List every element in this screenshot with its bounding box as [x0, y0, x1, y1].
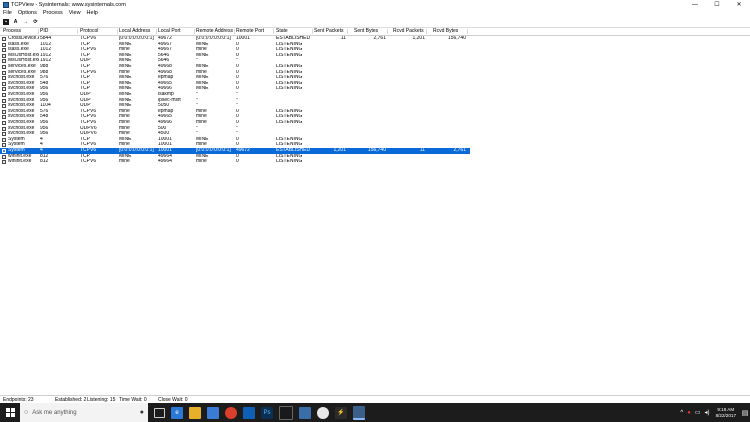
column-header-remote-port[interactable]: Remote Port	[236, 28, 274, 35]
process-icon	[2, 143, 6, 148]
clock[interactable]: 9:18 AM 8/22/2017	[716, 407, 736, 418]
column-header-rcvd-packets[interactable]: Rcvd Packets	[393, 28, 427, 35]
microphone-icon[interactable]: ●	[140, 409, 144, 416]
menu-options[interactable]: Options	[15, 10, 40, 16]
network-icon[interactable]: ▭	[695, 409, 701, 416]
chrome-icon[interactable]	[225, 406, 237, 419]
save-icon[interactable]: ▪	[3, 19, 9, 25]
toolbar: ▪ A → ⟳	[0, 17, 750, 28]
task-view-icon[interactable]	[154, 407, 165, 418]
cell-process: wininit.exe	[8, 159, 32, 165]
process-icon	[2, 81, 6, 86]
column-header-state[interactable]: State	[276, 28, 313, 35]
column-header-sent-bytes[interactable]: Sent Bytes	[354, 28, 388, 35]
process-icon	[2, 154, 6, 159]
sniffer-icon[interactable]: ⚡	[335, 406, 347, 419]
column-header-remote-address[interactable]: Remote Address	[196, 28, 235, 35]
close-button[interactable]: ✕	[728, 0, 750, 9]
start-button[interactable]	[0, 403, 20, 422]
menu-view[interactable]: View	[66, 10, 84, 16]
menu-bar: File Options Process View Help	[0, 9, 750, 17]
table-row[interactable]: wininit.exe 812 TCPV6 mine 49664 mine 0 LISTENI…	[0, 159, 750, 165]
file-explorer-icon[interactable]	[189, 406, 201, 419]
resolve-addresses-icon[interactable]: A	[12, 19, 19, 26]
maximize-button[interactable]: ☐	[706, 0, 728, 9]
process-icon	[2, 126, 6, 131]
arrow-icon[interactable]: →	[22, 19, 29, 26]
volume-icon[interactable]: ◂)	[705, 409, 710, 416]
process-icon	[2, 53, 6, 58]
process-icon	[2, 59, 6, 64]
process-icon	[2, 76, 6, 81]
action-center-icon[interactable]: ▤	[740, 403, 750, 422]
column-header-rcvd-bytes[interactable]: Rcvd Bytes	[433, 28, 468, 35]
status-bar: Endpoints: 23 Established: 2 Listening: …	[0, 395, 750, 403]
search-icon: ○	[24, 409, 29, 416]
cortana-search-box[interactable]: ○ Ask me anything ●	[20, 403, 148, 422]
title-bar: TCPView - Sysinternals: www.sysinternals…	[0, 0, 750, 9]
search-placeholder: Ask me anything	[32, 409, 77, 416]
process-icon	[2, 115, 6, 120]
edge-icon[interactable]: e	[171, 406, 183, 419]
store-icon[interactable]	[207, 406, 219, 419]
system-tray: ^ ● ▭ ◂) 9:18 AM 8/22/2017 ▤	[678, 403, 750, 422]
column-header-local-address[interactable]: Local Address	[119, 28, 157, 35]
cell-protocol: TCPV6	[80, 159, 97, 165]
tool-icon[interactable]	[317, 406, 329, 419]
process-icon	[2, 65, 6, 69]
menu-process[interactable]: Process	[40, 10, 66, 16]
column-header-pid[interactable]: PID	[40, 28, 78, 35]
menu-file[interactable]: File	[0, 10, 15, 16]
table-header: Process PID Protocol Local Address Local Por…	[0, 28, 750, 36]
tray-app-icon[interactable]: ●	[687, 410, 691, 416]
minimize-button[interactable]: —	[684, 0, 706, 9]
up-arrow-icon[interactable]: ^	[680, 410, 683, 416]
tcpview-app-icon	[3, 1, 9, 8]
windows-logo-icon	[5, 408, 15, 417]
cell-pid: 812	[40, 159, 49, 165]
process-icon	[2, 42, 6, 47]
process-icon	[2, 160, 6, 165]
clock-date: 8/22/2017	[715, 412, 736, 418]
process-icon	[2, 109, 6, 114]
photoshop-icon[interactable]: Ps	[261, 406, 273, 419]
taskbar: ○ Ask me anything ● e Ps ⚡ ^ ● ▭ ◂) 9:18…	[0, 403, 750, 422]
process-icon	[2, 93, 6, 97]
window-title: TCPView - Sysinternals: www.sysinternals…	[11, 1, 126, 8]
column-header-local-port[interactable]: Local Port	[158, 28, 195, 35]
mail-icon[interactable]	[243, 406, 255, 419]
cell-local-port: 49664	[158, 159, 172, 165]
process-icon	[2, 121, 6, 125]
process-icon	[2, 137, 6, 142]
media-icon[interactable]	[299, 406, 311, 419]
cell-remote-port: 0	[236, 159, 239, 165]
menu-help[interactable]: Help	[84, 10, 101, 16]
process-icon	[2, 70, 6, 75]
column-header-sent-packets[interactable]: Sent Packets	[314, 28, 348, 35]
column-header-process[interactable]: Process	[3, 28, 39, 35]
process-icon	[2, 104, 6, 109]
cell-remote-address: mine	[196, 159, 207, 165]
terminal-icon[interactable]	[279, 405, 293, 420]
cell-local-address: mine	[119, 159, 130, 165]
process-icon	[2, 48, 6, 53]
refresh-icon[interactable]: ⟳	[32, 19, 39, 26]
process-icon	[2, 37, 6, 41]
process-icon	[2, 98, 6, 103]
cell-state: LISTENING	[276, 159, 303, 165]
column-header-protocol[interactable]: Protocol	[80, 28, 118, 35]
process-icon	[2, 87, 6, 92]
process-icon	[2, 132, 6, 137]
clock-time: 9:18 AM	[717, 407, 735, 412]
process-icon	[2, 149, 6, 153]
tcpview-icon[interactable]	[353, 405, 365, 420]
